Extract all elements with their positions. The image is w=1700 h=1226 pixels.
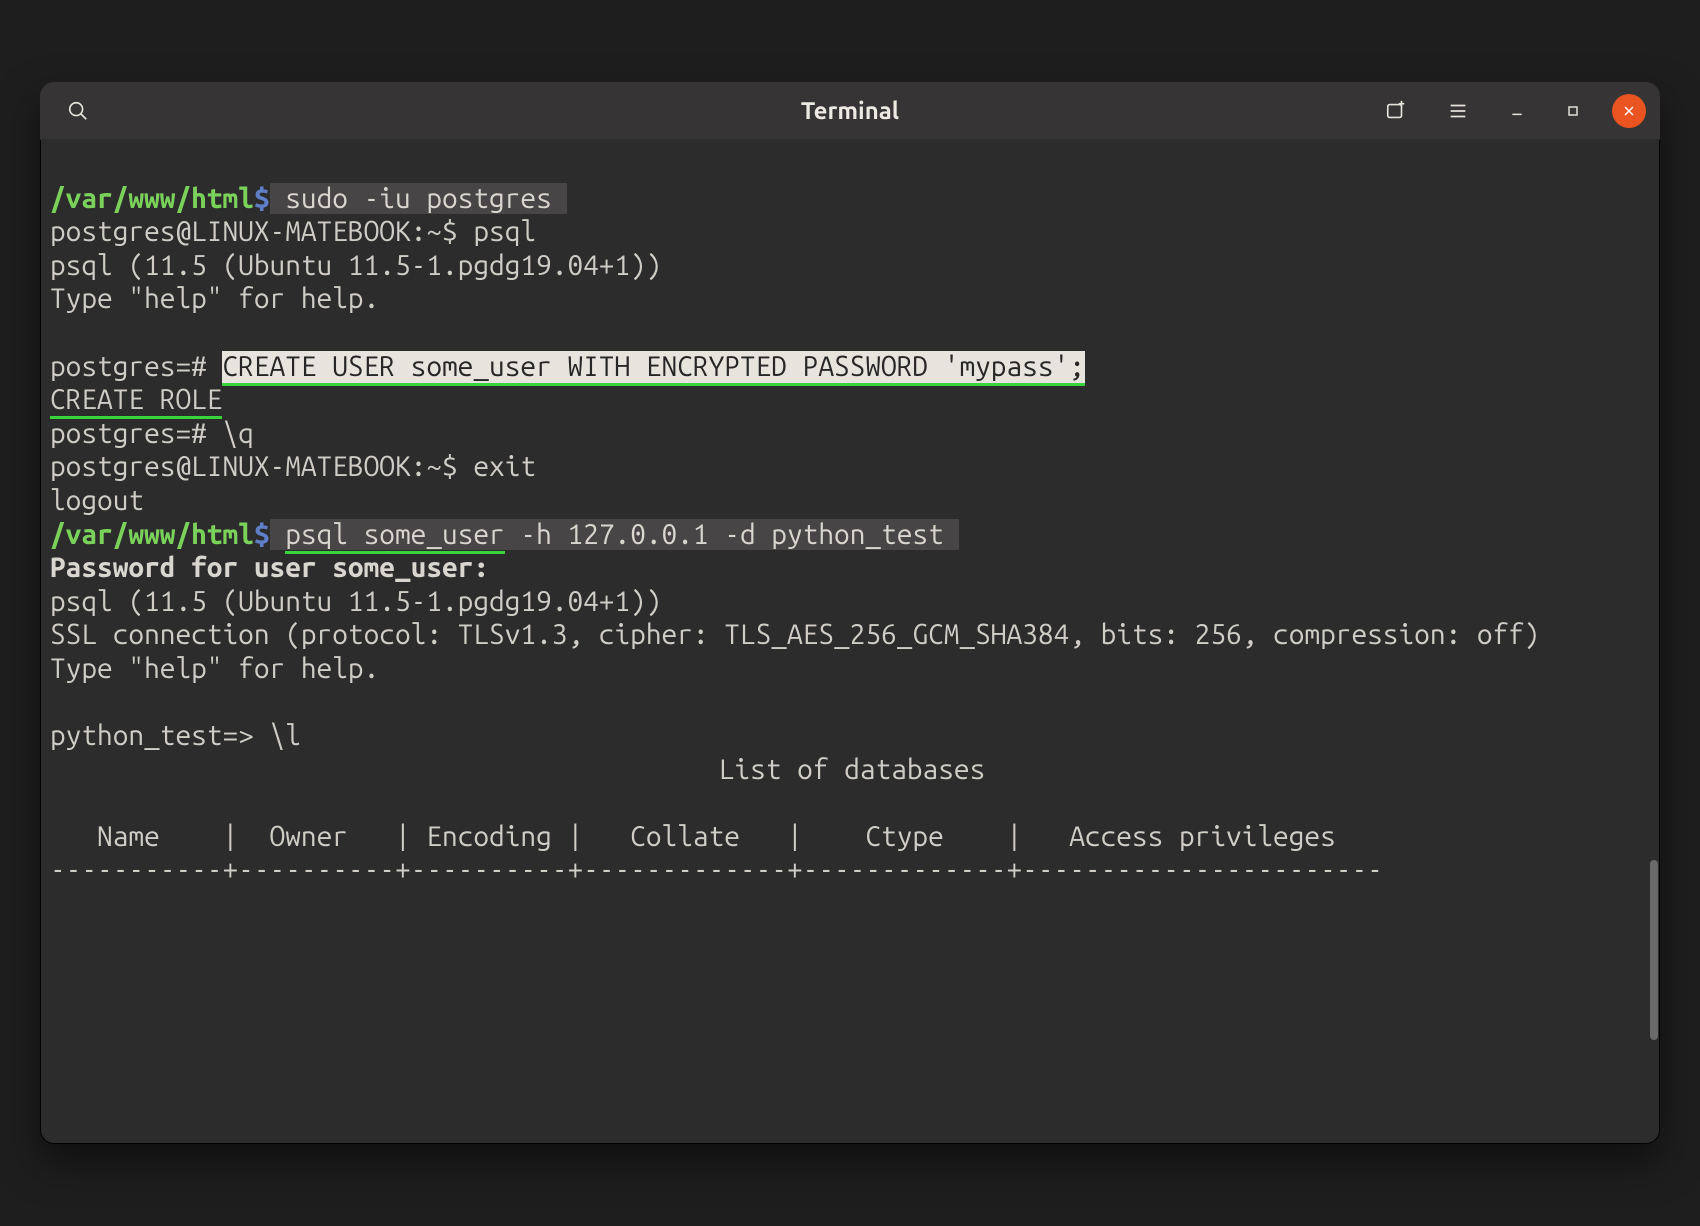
output-line: Type "help" for help. [50, 653, 379, 684]
psql-create-user-line: postgres=# CREATE USER some_user WITH EN… [50, 351, 1085, 386]
terminal-output[interactable]: /var/www/html$ sudo -iu postgres postgre… [40, 140, 1660, 1144]
output-line: logout [50, 485, 144, 516]
prompt-path: /var/www/html [50, 183, 254, 214]
scrollbar-thumb[interactable] [1650, 860, 1658, 1040]
minimize-icon [1509, 103, 1525, 119]
db-list-title: List of databases [50, 753, 1654, 787]
output-line: psql (11.5 (Ubuntu 11.5-1.pgdg19.04+1)) [50, 586, 662, 617]
new-tab-icon [1385, 100, 1407, 122]
prompt-path: /var/www/html [50, 519, 254, 550]
maximize-button[interactable] [1556, 94, 1590, 128]
output-line: psql (11.5 (Ubuntu 11.5-1.pgdg19.04+1)) [50, 250, 662, 281]
command-psql-connect: psql some_user -h 127.0.0.1 -d python_te… [270, 519, 960, 550]
prompt-dollar: $ [254, 183, 270, 214]
hamburger-menu-button[interactable] [1438, 91, 1478, 131]
minimize-button[interactable] [1500, 94, 1534, 128]
sql-create-role-response: CREATE ROLE [50, 384, 222, 419]
new-tab-button[interactable] [1376, 91, 1416, 131]
search-button[interactable] [58, 91, 98, 131]
close-button[interactable] [1612, 94, 1646, 128]
sql-create-user-selected: CREATE USER some_user WITH ENCRYPTED PAS… [222, 351, 1084, 386]
hamburger-icon [1447, 100, 1469, 122]
search-icon [67, 100, 89, 122]
prompt-line-2: /var/www/html$ psql some_user -h 127.0.0… [50, 519, 959, 550]
password-prompt: Password for user some_user: [50, 552, 489, 583]
psql-quit-line: postgres=# \q [50, 418, 254, 449]
close-icon [1621, 103, 1637, 119]
output-line: postgres@LINUX-MATEBOOK:~$ psql [50, 216, 536, 247]
psql-list-command: python_test=> \l [50, 720, 301, 751]
maximize-icon [1565, 103, 1581, 119]
db-list-header: Name | Owner | Encoding | Collate | Ctyp… [50, 821, 1336, 852]
output-line: SSL connection (protocol: TLSv1.3, ciphe… [50, 619, 1540, 650]
prompt-dollar: $ [254, 519, 270, 550]
psql-prompt: postgres=# [50, 351, 222, 382]
prompt-line-1: /var/www/html$ sudo -iu postgres [50, 183, 567, 214]
titlebar: Terminal [40, 82, 1660, 140]
output-line: postgres@LINUX-MATEBOOK:~$ exit [50, 451, 536, 482]
terminal-window: Terminal [40, 82, 1660, 1144]
command-sudo-postgres: sudo -iu postgres [270, 183, 568, 214]
db-list-rule: -----------+----------+----------+------… [50, 854, 1383, 885]
output-line: Type "help" for help. [50, 283, 379, 314]
